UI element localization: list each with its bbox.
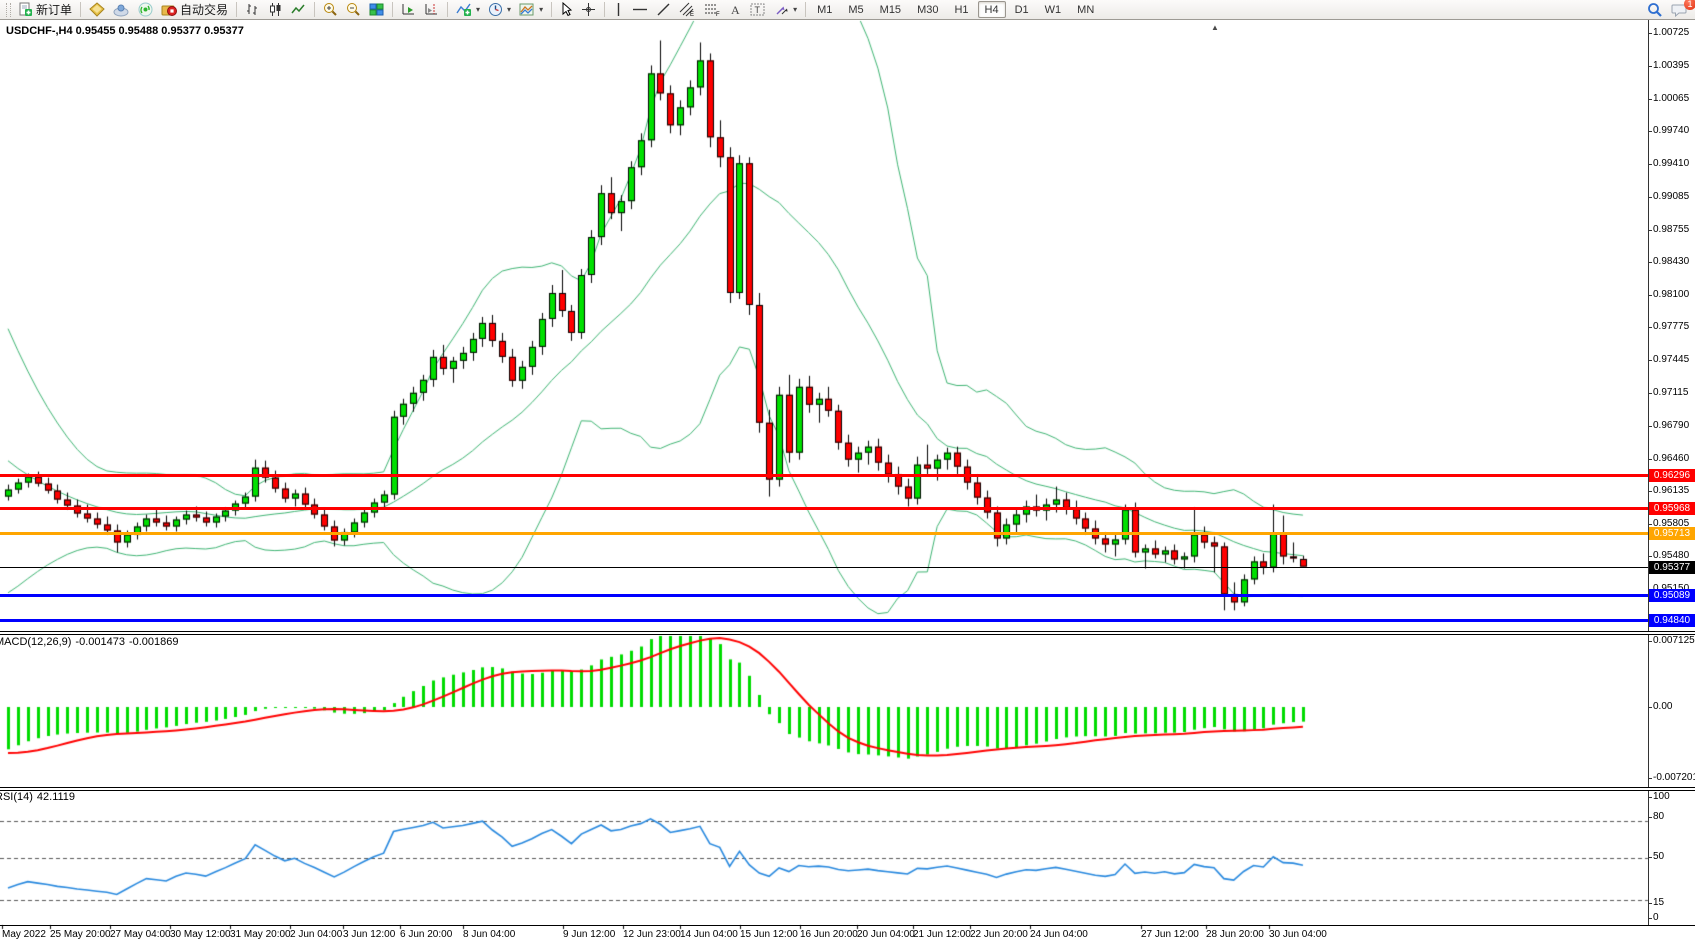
rsi-pane-separator[interactable] (0, 787, 1695, 791)
price-tick-mark (1648, 426, 1652, 427)
price-tick-label: 0.97115 (1653, 387, 1688, 398)
time-axis-label: 27 May 04:00 (110, 929, 171, 940)
indicator-tick-label: 0 (1653, 912, 1659, 923)
rsi-name: RSI(14) (0, 791, 33, 803)
price-tick-label: 0.98100 (1653, 289, 1689, 300)
macd-name: MACD(12,26,9) (0, 636, 71, 648)
price-tick-mark (1648, 524, 1652, 525)
indicator-tick-mark (1648, 918, 1652, 919)
chart-plot-area[interactable] (0, 0, 1695, 946)
time-axis-label: 6 Jun 20:00 (400, 929, 452, 940)
time-axis-label: 9 Jun 12:00 (563, 929, 615, 940)
rsi-value: 42.1119 (37, 791, 75, 803)
price-tick-label: 0.96135 (1653, 485, 1689, 496)
time-axis-border (0, 925, 1695, 926)
price-badge-095089: 0.95089 (1649, 589, 1695, 602)
macd-signal-value: -0.001869 (129, 636, 179, 648)
price-badge-096296: 0.96296 (1649, 469, 1695, 482)
time-axis-label: 30 Jun 04:00 (1269, 929, 1327, 940)
indicator-tick-mark (1648, 903, 1652, 904)
time-axis-label: 16 Jun 20:00 (800, 929, 858, 940)
time-axis-label: 28 Jun 20:00 (1206, 929, 1264, 940)
indicator-tick-mark (1648, 857, 1652, 858)
macd-indicator-label: MACD(12,26,9) -0.001473 -0.001869 (0, 636, 183, 648)
time-axis-label: 24 Jun 04:00 (1030, 929, 1088, 940)
price-tick-label: 0.96460 (1653, 453, 1689, 464)
price-tick-mark (1648, 262, 1652, 263)
indicator-tick-label: -0.007201 (1653, 772, 1695, 783)
indicator-tick-label: 80 (1653, 811, 1664, 822)
price-badge-095968: 0.95968 (1649, 502, 1695, 515)
price-tick-mark (1648, 99, 1652, 100)
horizontal-level-line-095377[interactable] (0, 567, 1648, 568)
chart-title: USDCHF-,H4 0.95455 0.95488 0.95377 0.953… (6, 25, 244, 37)
time-axis-label: 3 Jun 12:00 (343, 929, 395, 940)
horizontal-level-line-094840[interactable] (0, 619, 1648, 622)
time-axis-label: 15 Jun 12:00 (740, 929, 798, 940)
time-axis-label: 31 May 20:00 (230, 929, 291, 940)
price-tick-label: 1.00065 (1653, 93, 1689, 104)
price-tick-mark (1648, 491, 1652, 492)
price-tick-label: 0.99410 (1653, 158, 1689, 169)
price-tick-label: 1.00725 (1653, 27, 1689, 38)
price-tick-label: 0.96790 (1653, 420, 1689, 431)
indicator-tick-mark (1648, 778, 1652, 779)
price-tick-mark (1648, 459, 1652, 460)
indicator-tick-mark (1648, 817, 1652, 818)
time-axis-label: 12 Jun 23:00 (623, 929, 681, 940)
chart-shift-marker[interactable]: ▲ (1211, 23, 1219, 32)
time-axis-label: 20 Jun 04:00 (857, 929, 915, 940)
terminal-window: 新订单 自动交易 ▾ ▾ ▾ E F A (0, 0, 1695, 946)
price-tick-label: 1.00395 (1653, 60, 1689, 71)
time-axis-label: 21 Jun 12:00 (913, 929, 971, 940)
time-axis-label: 30 May 12:00 (170, 929, 231, 940)
price-badge-095713: 0.95713 (1649, 527, 1695, 540)
indicator-tick-mark (1648, 641, 1652, 642)
price-tick-mark (1648, 327, 1652, 328)
time-axis-label: 8 Jun 04:00 (463, 929, 515, 940)
indicator-tick-label: 0.007125 (1653, 635, 1695, 646)
price-tick-mark (1648, 230, 1652, 231)
price-tick-mark (1648, 393, 1652, 394)
price-badge-095377: 0.95377 (1649, 561, 1695, 574)
price-tick-label: 0.97445 (1653, 354, 1689, 365)
price-tick-label: 0.98430 (1653, 256, 1689, 267)
horizontal-level-line-095089[interactable] (0, 594, 1648, 597)
indicator-tick-mark (1648, 707, 1652, 708)
price-tick-label: 0.99740 (1653, 125, 1689, 136)
time-axis-label: May 2022 (2, 929, 46, 940)
indicator-tick-label: 100 (1653, 791, 1670, 802)
horizontal-level-line-095713[interactable] (0, 532, 1648, 535)
price-tick-label: 0.99085 (1653, 191, 1689, 202)
macd-pane-separator[interactable] (0, 631, 1695, 635)
price-tick-mark (1648, 164, 1652, 165)
horizontal-level-line-096296[interactable] (0, 474, 1648, 477)
price-tick-mark (1648, 556, 1652, 557)
price-tick-mark (1648, 360, 1652, 361)
price-tick-label: 0.98755 (1653, 224, 1689, 235)
horizontal-level-line-095968[interactable] (0, 507, 1648, 510)
price-tick-mark (1648, 33, 1652, 34)
indicator-tick-label: 15 (1653, 897, 1664, 908)
price-tick-mark (1648, 295, 1652, 296)
indicator-tick-mark (1648, 797, 1652, 798)
price-tick-mark (1648, 66, 1652, 67)
time-axis-label: 27 Jun 12:00 (1141, 929, 1199, 940)
rsi-indicator-label: RSI(14) 42.1119 (0, 791, 79, 803)
price-tick-mark (1648, 197, 1652, 198)
price-tick-label: 0.97775 (1653, 321, 1689, 332)
time-axis-label: 2 Jun 04:00 (290, 929, 342, 940)
time-axis-label: 25 May 20:00 (50, 929, 111, 940)
time-axis-label: 22 Jun 20:00 (970, 929, 1028, 940)
price-tick-mark (1648, 131, 1652, 132)
indicator-tick-label: 0.00 (1653, 701, 1672, 712)
time-axis-label: 14 Jun 04:00 (680, 929, 738, 940)
macd-value: -0.001473 (75, 636, 125, 648)
price-badge-094840: 0.94840 (1649, 614, 1695, 627)
indicator-tick-label: 50 (1653, 851, 1664, 862)
